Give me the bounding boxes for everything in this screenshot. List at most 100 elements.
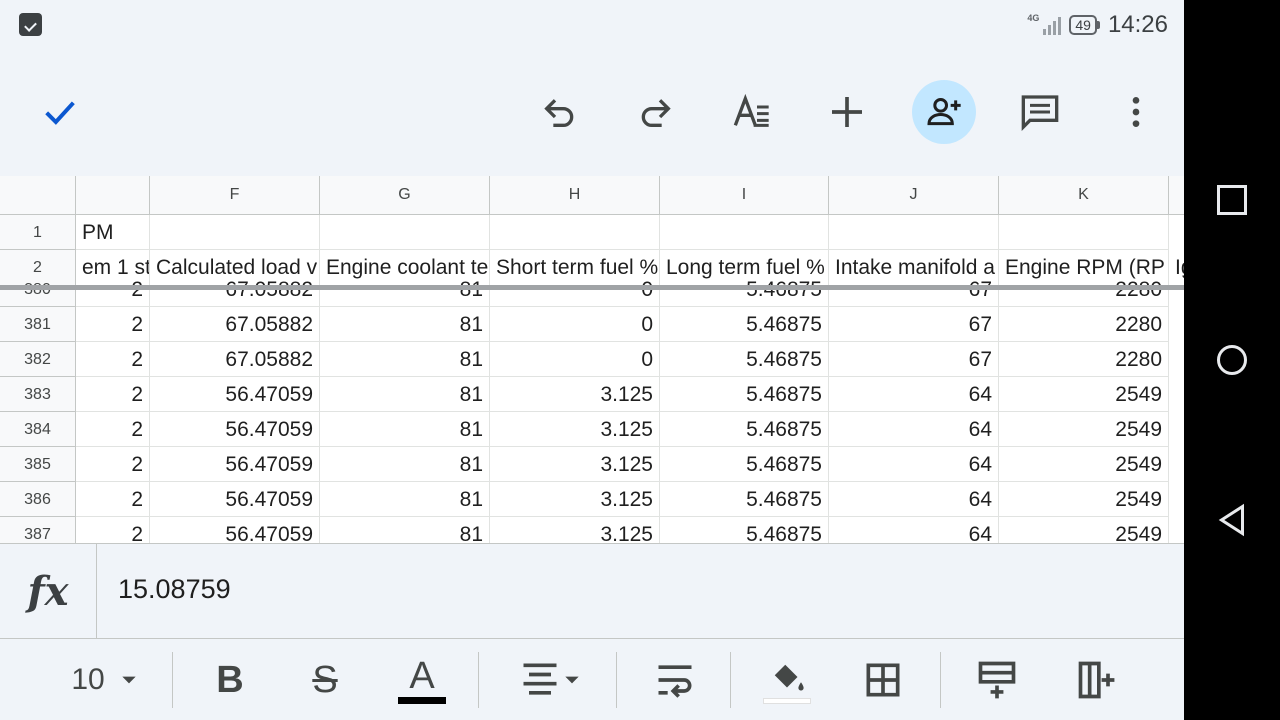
cell[interactable]: 5.46875 [660,517,829,543]
row-header[interactable]: 1 [0,215,76,250]
cell[interactable]: 2 [76,447,150,482]
formula-input[interactable]: 15.08759 [118,574,231,605]
comment-button[interactable] [1008,80,1072,144]
cell[interactable]: 81 [320,412,490,447]
cell[interactable]: 2 [76,412,150,447]
strikethrough-button[interactable]: S [295,654,355,706]
cell[interactable]: 3.125 [490,447,660,482]
font-size-dropdown[interactable]: 10 [60,654,150,706]
cell[interactable]: 64 [829,482,999,517]
cell[interactable] [320,215,490,250]
cell[interactable]: 67.05882 [150,342,320,377]
cell[interactable]: 5.46875 [660,447,829,482]
cell[interactable]: 64 [829,412,999,447]
recents-button[interactable] [1208,176,1256,224]
cell[interactable]: 67 [829,342,999,377]
insert-row-icon [978,661,1016,699]
row-header[interactable]: 382 [0,342,76,377]
cell[interactable]: 64 [829,447,999,482]
insert-button[interactable] [815,80,879,144]
cell[interactable]: 2549 [999,517,1169,543]
cell[interactable] [999,215,1169,250]
cell[interactable]: 56.47059 [150,377,320,412]
cell[interactable]: 64 [829,517,999,543]
row-header[interactable]: 386 [0,482,76,517]
home-button[interactable] [1208,336,1256,384]
cell[interactable]: 67.05882 [150,307,320,342]
insert-column-button[interactable] [1070,654,1124,706]
column-header[interactable]: F [150,176,320,215]
undo-button[interactable] [528,80,592,144]
cell[interactable]: 2 [76,342,150,377]
cell[interactable]: 81 [320,517,490,543]
wrap-text-button[interactable] [650,654,700,706]
cell[interactable]: 5.46875 [660,377,829,412]
cell[interactable]: 2280 [999,307,1169,342]
cell[interactable]: 3.125 [490,517,660,543]
cell[interactable] [490,215,660,250]
cell[interactable]: 67 [829,307,999,342]
freeze-divider[interactable] [0,285,1184,290]
column-header[interactable]: J [829,176,999,215]
more-options-button[interactable] [1104,80,1168,144]
spreadsheet-grid[interactable]: F G H I J K 1 PM 2 em 1 st Calculated load v Engine… [0,176,1184,543]
cell[interactable]: 81 [320,307,490,342]
cell[interactable]: 2 [76,307,150,342]
align-dropdown[interactable] [510,654,590,706]
cell[interactable]: 81 [320,447,490,482]
row-header[interactable]: 387 [0,517,76,543]
back-button[interactable] [1208,496,1256,544]
insert-row-button[interactable] [970,654,1024,706]
cell[interactable]: 56.47059 [150,412,320,447]
cell[interactable]: 5.46875 [660,307,829,342]
cell[interactable]: 0 [490,307,660,342]
cell[interactable]: 2549 [999,377,1169,412]
cell[interactable]: 2549 [999,447,1169,482]
cell[interactable]: 2 [76,482,150,517]
cell[interactable]: 81 [320,377,490,412]
cell[interactable]: PM [76,215,150,250]
cell[interactable] [829,215,999,250]
cell[interactable] [150,215,320,250]
select-all-corner[interactable] [0,176,76,215]
cell[interactable]: 2280 [999,342,1169,377]
text-format-button[interactable] [720,80,784,144]
bold-button[interactable]: B [200,654,260,706]
share-button[interactable] [912,80,976,144]
format-toolbar: 10 B S A [0,640,1184,720]
cell[interactable]: 81 [320,482,490,517]
cell[interactable]: 0 [490,342,660,377]
column-header[interactable]: H [490,176,660,215]
cell[interactable]: 5.46875 [660,342,829,377]
cell[interactable]: 64 [829,377,999,412]
column-header[interactable]: G [320,176,490,215]
column-header[interactable]: K [999,176,1169,215]
row-header[interactable]: 385 [0,447,76,482]
cell[interactable]: 3.125 [490,377,660,412]
cell[interactable]: 3.125 [490,482,660,517]
cell[interactable]: 56.47059 [150,482,320,517]
cell[interactable]: Ig [1169,250,1184,286]
cell[interactable] [660,215,829,250]
cell[interactable]: 2549 [999,482,1169,517]
redo-button[interactable] [623,80,687,144]
borders-button[interactable] [858,654,908,706]
row-header[interactable]: 383 [0,377,76,412]
column-header[interactable] [1169,176,1184,215]
cell[interactable]: 81 [320,342,490,377]
column-header[interactable] [76,176,150,215]
column-header[interactable]: I [660,176,829,215]
cell[interactable]: 2 [76,377,150,412]
cell[interactable]: 56.47059 [150,447,320,482]
cell[interactable]: 5.46875 [660,482,829,517]
done-button[interactable] [28,80,92,144]
row-header[interactable]: 381 [0,307,76,342]
row-header[interactable]: 384 [0,412,76,447]
cell[interactable]: 56.47059 [150,517,320,543]
text-color-button[interactable]: A [392,654,452,706]
fill-color-button[interactable] [762,654,812,706]
cell[interactable]: 2 [76,517,150,543]
cell[interactable]: 5.46875 [660,412,829,447]
cell[interactable]: 3.125 [490,412,660,447]
cell[interactable]: 2549 [999,412,1169,447]
